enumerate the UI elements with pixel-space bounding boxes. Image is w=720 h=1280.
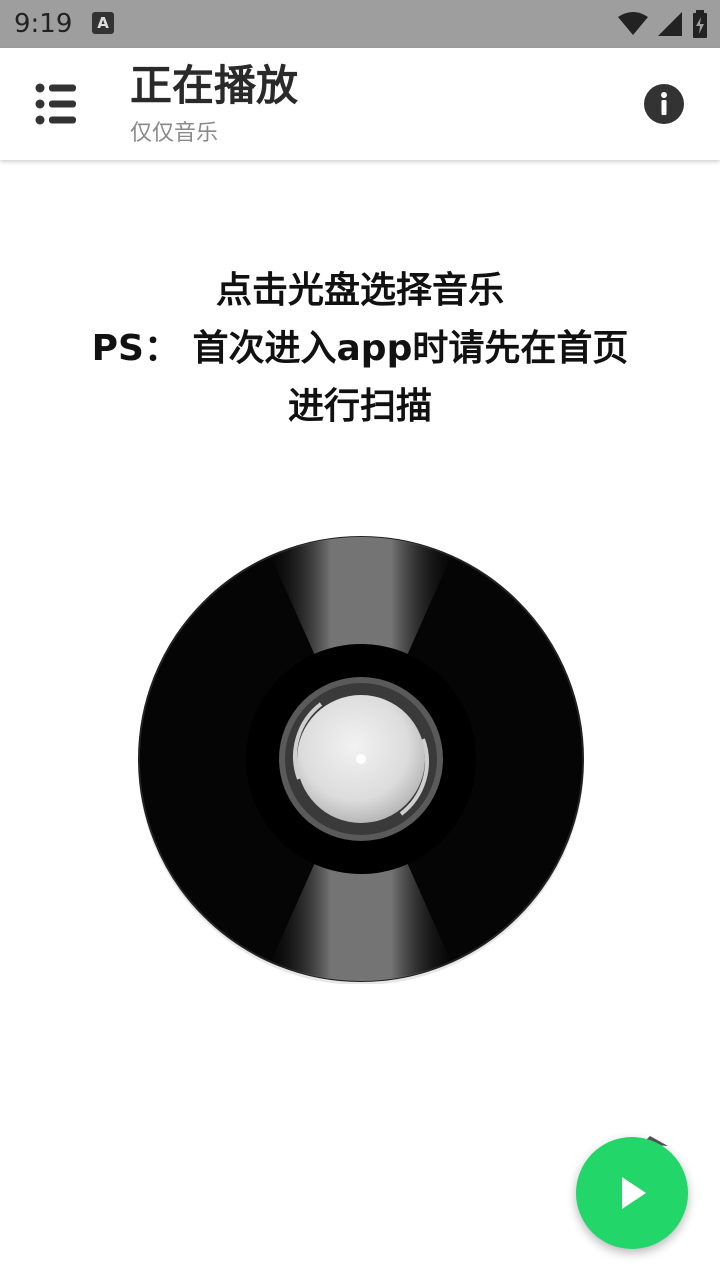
status-bar: 9:19 A bbox=[0, 0, 720, 48]
instruction-line-1: 点击光盘选择音乐 bbox=[215, 270, 504, 311]
play-button[interactable] bbox=[576, 1137, 688, 1249]
now-playing-screen: 9:19 A 正在播放 仅仅音乐 点击光盘选择音乐 PS： 首次进入app时请先… bbox=[0, 0, 720, 1280]
info-icon bbox=[644, 84, 684, 124]
page-title: 正在播放 bbox=[130, 61, 299, 110]
instruction-line-3: 进行扫描 bbox=[287, 386, 432, 427]
menu-list-icon bbox=[35, 83, 76, 125]
signal-icon bbox=[658, 12, 682, 36]
menu-button[interactable] bbox=[28, 78, 84, 130]
status-icons bbox=[618, 10, 708, 38]
battery-charging-icon bbox=[693, 10, 707, 38]
wifi-icon bbox=[618, 12, 648, 35]
vinyl-disc-icon bbox=[138, 536, 584, 985]
vinyl-disc-button[interactable] bbox=[136, 534, 586, 985]
info-button[interactable] bbox=[643, 83, 685, 125]
instruction-line-2: PS： 首次进入app时请先在首页 bbox=[91, 328, 629, 369]
instruction-text: 点击光盘选择音乐 PS： 首次进入app时请先在首页 进行扫描 bbox=[40, 262, 680, 436]
notification-a-icon: A bbox=[92, 12, 114, 34]
app-bar: 正在播放 仅仅音乐 bbox=[0, 48, 720, 160]
page-subtitle: 仅仅音乐 bbox=[130, 121, 219, 146]
play-icon bbox=[622, 1177, 646, 1209]
status-time: 9:19 bbox=[14, 9, 73, 39]
